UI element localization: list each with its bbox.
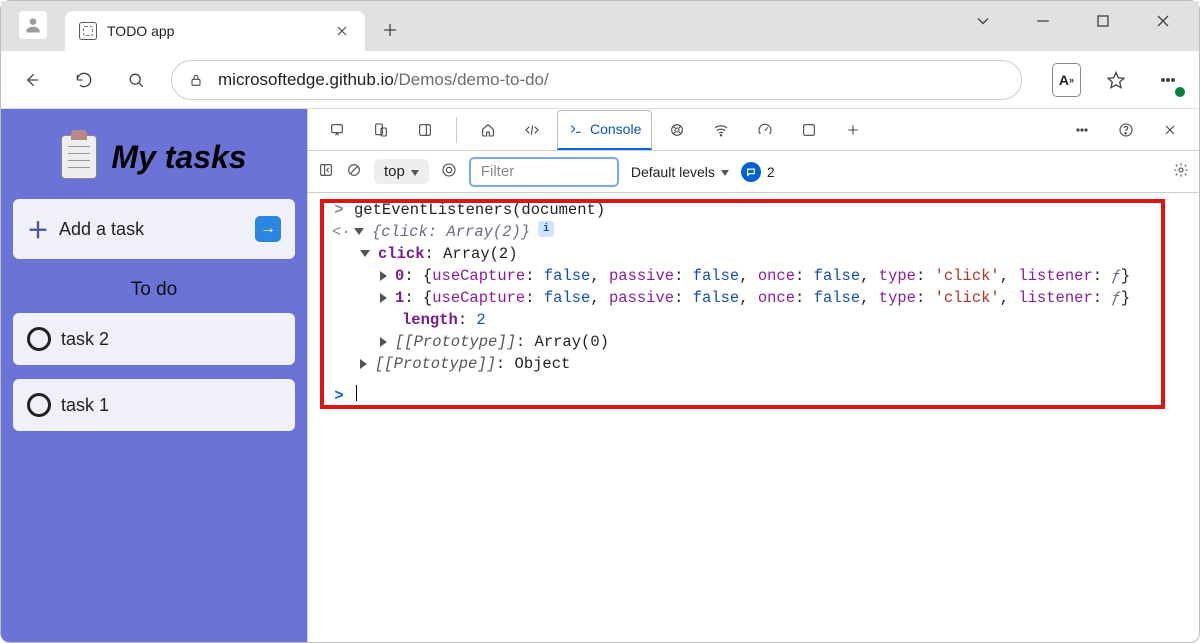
filter-input[interactable]: Filter bbox=[469, 157, 619, 187]
navbar: microsoftedge.github.io/Demos/demo-to-do… bbox=[1, 51, 1199, 109]
console-toolbar: top Filter Default levels 2 bbox=[308, 151, 1199, 193]
submit-task-button[interactable]: → bbox=[255, 216, 281, 242]
task-checkbox[interactable] bbox=[27, 327, 51, 351]
tab-title: TODO app bbox=[107, 23, 174, 39]
message-badge-icon bbox=[741, 162, 761, 182]
todo-app: My tasks ＋ Add a task → To do task 2 tas… bbox=[1, 109, 307, 642]
close-tab-button[interactable] bbox=[331, 20, 353, 42]
sources-tab-icon[interactable] bbox=[658, 110, 696, 150]
devtools-more-icon[interactable] bbox=[1063, 110, 1101, 150]
window-chevron-icon[interactable] bbox=[967, 5, 999, 37]
search-button[interactable] bbox=[119, 63, 153, 97]
refresh-button[interactable] bbox=[67, 63, 101, 97]
clear-console-icon[interactable] bbox=[346, 162, 362, 181]
new-tab-button[interactable] bbox=[371, 11, 409, 49]
task-checkbox[interactable] bbox=[27, 393, 51, 417]
add-task-label: Add a task bbox=[59, 219, 144, 240]
plus-icon: ＋ bbox=[27, 213, 49, 245]
console-tab[interactable]: Console bbox=[557, 110, 652, 150]
devtools-close-button[interactable] bbox=[1151, 110, 1189, 150]
url: microsoftedge.github.io/Demos/demo-to-do… bbox=[218, 70, 549, 90]
welcome-tab-icon[interactable] bbox=[469, 110, 507, 150]
live-expression-icon[interactable] bbox=[441, 162, 457, 181]
tab-favicon-icon bbox=[79, 22, 97, 40]
message-count[interactable]: 2 bbox=[741, 162, 775, 182]
context-selector-label: top bbox=[384, 163, 405, 180]
favorite-button[interactable] bbox=[1099, 63, 1133, 97]
dock-side-icon[interactable] bbox=[406, 110, 444, 150]
console-settings-icon[interactable] bbox=[1173, 162, 1189, 181]
task-label: task 2 bbox=[61, 329, 109, 350]
devtools-tabstrip: Console bbox=[308, 109, 1199, 151]
clipboard-icon bbox=[61, 135, 97, 179]
site-info-lock-icon[interactable] bbox=[188, 72, 204, 88]
memory-tab-icon[interactable] bbox=[790, 110, 828, 150]
context-selector[interactable]: top bbox=[374, 159, 429, 184]
close-window-button[interactable] bbox=[1147, 5, 1179, 37]
page-title: My tasks bbox=[111, 139, 246, 176]
minimize-button[interactable] bbox=[1027, 5, 1059, 37]
task-item[interactable]: task 2 bbox=[13, 313, 295, 365]
profile-avatar[interactable] bbox=[19, 11, 47, 39]
back-button[interactable] bbox=[15, 63, 49, 97]
url-host: microsoftedge.github.io bbox=[218, 70, 394, 89]
task-label: task 1 bbox=[61, 395, 109, 416]
chevron-down-icon bbox=[721, 170, 729, 176]
settings-more-button[interactable] bbox=[1151, 63, 1185, 97]
devtools-help-icon[interactable] bbox=[1107, 110, 1145, 150]
chevron-down-icon bbox=[411, 170, 419, 176]
browser-tab[interactable]: TODO app bbox=[65, 11, 365, 51]
devtools: Console top bbox=[307, 109, 1199, 642]
more-tabs-button[interactable] bbox=[834, 110, 872, 150]
message-count-value: 2 bbox=[767, 164, 775, 180]
elements-tab-icon[interactable] bbox=[513, 110, 551, 150]
address-bar[interactable]: microsoftedge.github.io/Demos/demo-to-do… bbox=[171, 60, 1022, 100]
window-controls bbox=[967, 5, 1179, 37]
toggle-drawer-icon[interactable] bbox=[318, 162, 334, 181]
log-levels-selector[interactable]: Default levels bbox=[631, 164, 729, 180]
task-item[interactable]: task 1 bbox=[13, 379, 295, 431]
network-tab-icon[interactable] bbox=[702, 110, 740, 150]
device-emulation-icon[interactable] bbox=[362, 110, 400, 150]
url-path: /Demos/demo-to-do/ bbox=[394, 70, 549, 89]
console-body: > getEventListeners(document) <· {click:… bbox=[308, 193, 1199, 642]
read-aloud-button[interactable]: A» bbox=[1052, 63, 1081, 97]
inspect-tool-icon[interactable] bbox=[318, 110, 356, 150]
maximize-button[interactable] bbox=[1087, 5, 1119, 37]
console-tab-label: Console bbox=[590, 121, 641, 137]
annotation-highlight bbox=[320, 199, 1165, 409]
log-levels-label: Default levels bbox=[631, 164, 715, 180]
section-heading: To do bbox=[13, 279, 295, 301]
filter-placeholder: Filter bbox=[481, 163, 514, 180]
performance-tab-icon[interactable] bbox=[746, 110, 784, 150]
add-task-card[interactable]: ＋ Add a task → bbox=[13, 199, 295, 259]
titlebar: TODO app bbox=[1, 1, 1199, 51]
